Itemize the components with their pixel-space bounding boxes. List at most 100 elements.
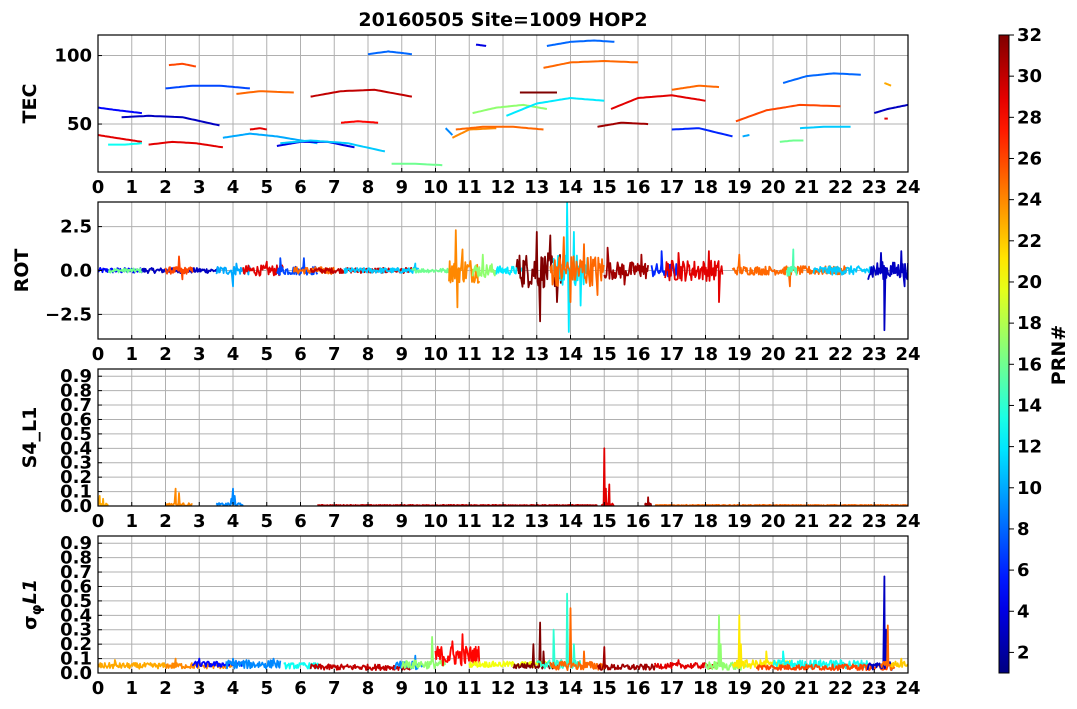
x-tick-label: 5 [260, 177, 273, 198]
x-tick-label: 24 [895, 177, 920, 198]
colorbar-tick-label: 20 [1017, 272, 1042, 293]
series-line-prn-28 [434, 633, 481, 667]
x-tick-label: 20 [760, 511, 785, 532]
x-tick-label: 16 [625, 511, 650, 532]
x-tick-label: 19 [727, 678, 752, 699]
x-tick-label: 10 [423, 344, 448, 365]
series-line-prn-8 [367, 50, 412, 56]
x-tick-label: 14 [558, 344, 583, 365]
x-tick-label: 18 [693, 344, 718, 365]
x-tick-label: 15 [592, 177, 617, 198]
x-tick-label: 11 [457, 511, 482, 532]
series-line-prn-31 [597, 121, 649, 128]
colorbar-tick-label: 4 [1017, 601, 1030, 622]
x-tick-label: 18 [693, 511, 718, 532]
y-tick-label: 0.9 [60, 366, 92, 387]
x-tick-label: 22 [828, 511, 853, 532]
colorbar-tick-label: 2 [1017, 642, 1030, 663]
series-line-prn-5 [98, 106, 142, 115]
y-tick-label: 0.0 [60, 261, 92, 282]
series-line-prn-25 [543, 60, 639, 69]
series-line-prn-16 [779, 139, 804, 143]
x-tick-label: 22 [828, 177, 853, 198]
x-tick-label: 23 [862, 344, 887, 365]
x-tick-label: 6 [294, 177, 307, 198]
y-tick-label: 2.5 [60, 217, 92, 238]
x-tick-label: 13 [524, 511, 549, 532]
x-tick-label: 18 [693, 177, 718, 198]
x-tick-label: 21 [794, 511, 819, 532]
x-tick-label: 9 [395, 678, 408, 699]
x-tick-label: 10 [423, 511, 448, 532]
series-line-prn-22 [890, 657, 908, 668]
panel-2: 0 1 2 3 4 5 6 7 8 9 10 11 12 13 14 15 16 17 18 19 20 21 22 23 24… [19, 366, 921, 532]
x-tick-label: 24 [895, 511, 920, 532]
x-tick-label: 16 [625, 344, 650, 365]
x-tick-label: 22 [828, 678, 853, 699]
x-tick-label: 18 [693, 678, 718, 699]
colorbar-tick-label: 26 [1017, 148, 1042, 169]
x-tick-label: 19 [727, 344, 752, 365]
series-line-prn-29 [664, 250, 724, 303]
colorbar-tick-label: 12 [1017, 437, 1042, 458]
colorbar-tick-label: 28 [1017, 107, 1042, 128]
y-axis-label: ROT [11, 249, 33, 293]
x-tick-label: 12 [490, 177, 515, 198]
x-tick-label: 21 [794, 344, 819, 365]
colorbar-tick-label: 24 [1017, 190, 1042, 211]
x-tick-label: 2 [159, 511, 172, 532]
x-tick-label: 4 [227, 177, 240, 198]
x-tick-label: 12 [490, 678, 515, 699]
series-line-prn-23 [98, 495, 109, 506]
series-line-prn-4 [475, 43, 487, 47]
x-tick-label: 13 [524, 344, 549, 365]
series-line-prn-26 [164, 255, 194, 281]
x-tick-label: 12 [490, 511, 515, 532]
x-tick-label: 15 [592, 511, 617, 532]
x-tick-label: 14 [558, 511, 583, 532]
colorbar-tick-label: 30 [1017, 66, 1042, 87]
series-line-prn-25 [671, 84, 720, 91]
x-tick-label: 0 [92, 177, 105, 198]
series-line-prn-31 [644, 496, 653, 506]
x-tick-label: 7 [328, 678, 341, 699]
series-line-prn-29 [610, 94, 706, 110]
series-line-prn-9 [444, 127, 454, 136]
x-tick-label: 7 [328, 511, 341, 532]
chart-title: 20160505 Site=1009 HOP2 [358, 9, 647, 31]
colorbar-gradient [998, 34, 1010, 674]
series-line-prn-13 [108, 142, 142, 146]
x-tick-label: 2 [159, 177, 172, 198]
x-tick-label: 2 [159, 344, 172, 365]
y-tick-label: 50 [67, 114, 92, 135]
x-tick-label: 16 [625, 177, 650, 198]
x-tick-label: 17 [659, 177, 684, 198]
figure: 20160505 Site=1009 HOP2 0 1 2 3 4 5 6 7 8 9 10 11 12… [11, 9, 1070, 699]
x-tick-label: 10 [423, 177, 448, 198]
x-tick-label: 23 [862, 511, 887, 532]
x-tick-label: 14 [558, 177, 583, 198]
series-line-prn-12 [506, 97, 605, 117]
x-tick-label: 2 [159, 678, 172, 699]
series-line-prn-3 [867, 250, 908, 332]
x-tick-label: 0 [92, 344, 105, 365]
series-line-prn-26 [168, 62, 197, 68]
series-line-prn-8 [782, 72, 861, 84]
x-tick-label: 1 [125, 678, 138, 699]
y-tick-label: 100 [54, 46, 92, 67]
series-line-prn-6 [671, 127, 733, 138]
y-axis-label: TEC [19, 84, 41, 124]
colorbar-tick-label: 22 [1017, 231, 1042, 252]
x-tick-label: 8 [362, 678, 375, 699]
series-line-prn-17 [472, 103, 548, 115]
x-tick-label: 24 [895, 344, 920, 365]
x-tick-label: 9 [395, 177, 408, 198]
series-line-prn-9 [225, 657, 282, 670]
series-line-prn-23 [883, 82, 892, 87]
x-tick-label: 9 [395, 344, 408, 365]
x-tick-label: 23 [862, 678, 887, 699]
x-tick-label: 1 [125, 511, 138, 532]
x-tick-label: 5 [260, 678, 273, 699]
x-tick-label: 11 [457, 678, 482, 699]
panels: 0 1 2 3 4 5 6 7 8 9 10 11 12 13 14 15 16 17 18 19 20 21 22 23 24… [11, 34, 921, 699]
